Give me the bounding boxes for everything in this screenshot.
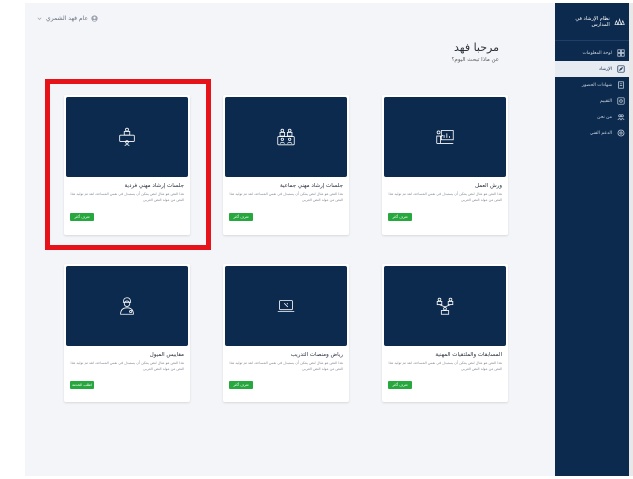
sidebar: نظام الإرشاد في المدارس لوحة المعلومات ا… xyxy=(555,3,633,476)
sidebar-item-dashboard[interactable]: لوحة المعلومات xyxy=(555,45,633,61)
sidebar-item-guidance[interactable]: الإرشاد xyxy=(555,61,633,77)
card-description: هذا النص هو مثال لنص يمكن أن يستبدل في ن… xyxy=(229,192,344,202)
request-service-button[interactable]: اطلب الخدمة xyxy=(70,381,94,389)
logo-icon xyxy=(614,17,625,26)
learn-more-button[interactable]: تعرف أكثر xyxy=(229,213,253,221)
learn-more-button[interactable]: تعرف أكثر xyxy=(388,213,412,221)
card-image xyxy=(225,97,347,177)
grid-icon xyxy=(617,49,625,57)
learn-more-button[interactable]: تعرف أكثر xyxy=(388,381,412,389)
card-image xyxy=(66,266,188,346)
group-session-icon xyxy=(277,128,295,146)
page-title: مرحبا فهد xyxy=(453,41,499,54)
page-subtitle: عن ماذا تبحث اليوم؟ xyxy=(451,57,499,63)
competition-icon xyxy=(436,297,454,315)
compass-icon xyxy=(617,65,625,73)
service-card-interest-scales[interactable]: مقاييس الميول هذا النص هو مثال لنص يمكن … xyxy=(64,264,190,402)
card-description: هذا النص هو مثال لنص يمكن أن يستبدل في ن… xyxy=(388,361,503,371)
sidebar-item-label: من نحن xyxy=(597,114,612,120)
people-icon xyxy=(617,114,625,121)
presentation-icon xyxy=(436,130,454,144)
welcome-block: مرحبا فهد عن ماذا تبحث اليوم؟ xyxy=(452,41,499,63)
card-title: مقاييس الميول xyxy=(149,352,184,358)
sidebar-item-label: شهادات الحضور xyxy=(581,82,612,88)
service-card-competitions[interactable]: المسابقات والملتقيات المهنية هذا النص هو… xyxy=(382,264,508,402)
card-title: رياض ومنصات التدريب xyxy=(290,352,343,358)
target-icon xyxy=(617,97,625,105)
headset-icon xyxy=(617,129,625,137)
service-card-workshops[interactable]: ورش العمل هذا النص هو مثال لنص يمكن أن ي… xyxy=(382,95,508,235)
sidebar-item-label: الإرشاد xyxy=(598,66,612,72)
sidebar-header: نظام الإرشاد في المدارس xyxy=(555,3,633,41)
sidebar-item-label: لوحة المعلومات xyxy=(582,50,612,56)
laptop-icon xyxy=(277,300,295,312)
card-image xyxy=(384,266,506,346)
card-image xyxy=(384,97,506,177)
service-card-training-platforms[interactable]: رياض ومنصات التدريب هذا النص هو مثال لنص… xyxy=(223,264,349,402)
doctor-icon xyxy=(120,297,134,315)
sidebar-title: نظام الإرشاد في المدارس xyxy=(575,15,610,28)
card-title: جلسات إرشاد مهني جماعية xyxy=(279,183,343,189)
sidebar-item-support[interactable]: الدعم الفني xyxy=(555,125,633,141)
user-icon xyxy=(91,15,98,22)
card-title: ورش العمل xyxy=(475,183,502,189)
highlight-box xyxy=(45,79,211,250)
sidebar-item-evaluation[interactable]: التقييم xyxy=(555,93,633,109)
sidebar-item-about[interactable]: من نحن xyxy=(555,109,633,125)
user-name: عام فهد الشمري xyxy=(46,15,89,22)
user-menu[interactable]: عام فهد الشمري xyxy=(36,15,98,22)
card-description: هذا النص هو مثال لنص يمكن أن يستبدل في ن… xyxy=(229,361,344,371)
chevron-down-icon xyxy=(37,17,42,21)
sidebar-item-label: الدعم الفني xyxy=(589,130,612,136)
learn-more-button[interactable]: تعرف أكثر xyxy=(229,381,253,389)
card-description: هذا النص هو مثال لنص يمكن أن يستبدل في ن… xyxy=(388,192,503,202)
scrollbar[interactable] xyxy=(629,3,633,476)
card-image xyxy=(225,266,347,346)
certificate-icon xyxy=(618,81,624,89)
sidebar-item-certificates[interactable]: شهادات الحضور xyxy=(555,77,633,93)
sidebar-item-label: التقييم xyxy=(600,98,612,104)
service-card-group-sessions[interactable]: جلسات إرشاد مهني جماعية هذا النص هو مثال… xyxy=(223,95,349,235)
card-title: المسابقات والملتقيات المهنية xyxy=(435,352,502,358)
card-description: هذا النص هو مثال لنص يمكن أن يستبدل في ن… xyxy=(70,361,185,371)
